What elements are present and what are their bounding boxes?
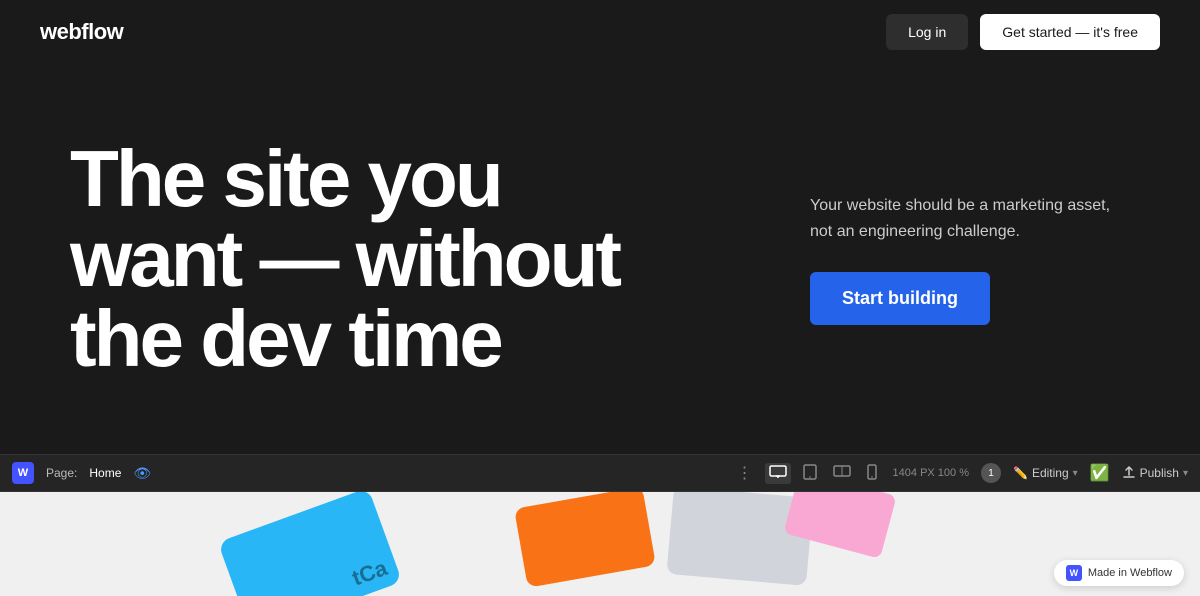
start-building-button[interactable]: Start building: [810, 272, 990, 325]
navbar: webflow Log in Get started — it's free: [0, 0, 1200, 64]
made-webflow-logo-icon: W: [1066, 565, 1082, 581]
viewport-switcher: [765, 462, 881, 485]
hero-heading-line1: The site you: [70, 134, 501, 223]
hero-heading-line2: want — without: [70, 214, 619, 303]
page-prefix-label: Page:: [46, 466, 77, 480]
mobile-viewport-button[interactable]: [863, 462, 881, 485]
more-options-icon[interactable]: ⋮: [737, 463, 753, 483]
webflow-editor-logo: W: [12, 462, 34, 484]
card-orange: [514, 492, 656, 588]
publish-button[interactable]: Publish ▾: [1122, 466, 1188, 480]
get-started-button[interactable]: Get started — it's free: [980, 14, 1160, 50]
editing-chevron-icon: ▾: [1073, 468, 1078, 479]
hero-heading: The site you want — without the dev time: [70, 139, 750, 379]
publish-icon: [1122, 466, 1136, 480]
tablet-viewport-button[interactable]: [799, 462, 821, 485]
canvas-size-label: 1404 PX 100 %: [893, 467, 969, 479]
login-button[interactable]: Log in: [886, 14, 968, 50]
card-blue: tCa: [218, 492, 403, 596]
hero-description: Your website should be a marketing asset…: [810, 193, 1130, 244]
hero-section: The site you want — without the dev time…: [0, 64, 1200, 454]
made-in-webflow-badge: W Made in Webflow: [1054, 560, 1184, 586]
desktop-viewport-button[interactable]: [765, 463, 791, 484]
publish-label: Publish: [1140, 466, 1179, 480]
page-name-label: Home: [89, 466, 121, 480]
preview-strip: tCa: [0, 492, 1200, 596]
publish-chevron-icon: ▾: [1183, 468, 1188, 479]
editing-mode-selector[interactable]: ✏️ Editing ▾: [1013, 466, 1078, 480]
nav-actions: Log in Get started — it's free: [886, 14, 1160, 50]
hero-heading-line3: the dev time: [70, 294, 501, 383]
preview-eye-icon[interactable]: 👁: [133, 465, 151, 482]
collaborators-badge: 1: [981, 463, 1001, 483]
hero-left: The site you want — without the dev time: [70, 139, 770, 379]
webflow-logo: webflow: [40, 19, 123, 45]
saved-status-icon: ✅: [1090, 463, 1110, 483]
pencil-icon: ✏️: [1013, 466, 1028, 480]
hero-right: Your website should be a marketing asset…: [810, 193, 1130, 325]
card-blue-text: tCa: [349, 555, 391, 592]
editor-toolbar: W Page: Home 👁 ⋮ 1404 PX 100 % 1 ✏️ Edit…: [0, 454, 1200, 492]
made-in-webflow-label: Made in Webflow: [1088, 567, 1172, 579]
split-viewport-button[interactable]: [829, 463, 855, 484]
editing-label: Editing: [1032, 466, 1069, 480]
